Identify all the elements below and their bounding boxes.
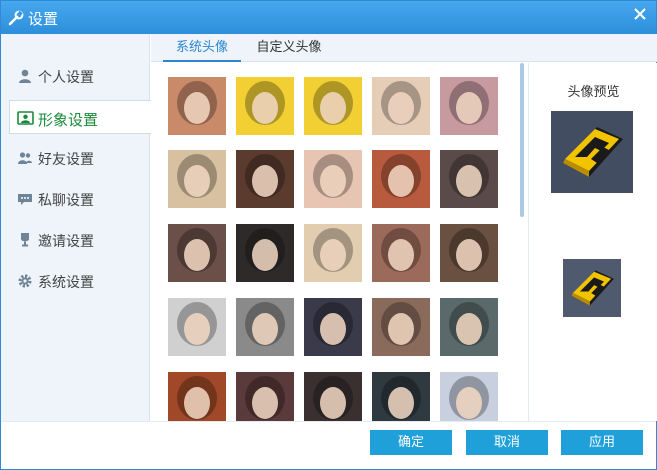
- avatar-thumbnail[interactable]: [168, 77, 226, 135]
- portrait-icon: [372, 224, 430, 282]
- avatar-preview-panel: 头像预览: [528, 63, 657, 421]
- sidebar-item-personal[interactable]: 个人设置: [1, 59, 150, 93]
- tab-custom-avatars[interactable]: 自定义头像: [249, 34, 329, 62]
- confirm-button[interactable]: 确定: [370, 430, 452, 455]
- avatar-thumbnail[interactable]: [440, 224, 498, 282]
- portrait-icon: [236, 372, 294, 421]
- portrait-icon: [168, 224, 226, 282]
- portrait-icon: [440, 150, 498, 208]
- user-icon: [17, 68, 33, 84]
- avatar-grid-scrollbar[interactable]: [520, 63, 526, 421]
- avatar-thumbnail[interactable]: [236, 372, 294, 421]
- trophy-icon: [17, 232, 33, 248]
- portrait-icon: [304, 298, 362, 356]
- close-icon: [634, 8, 646, 20]
- sidebar-item-label: 形象设置: [38, 111, 99, 129]
- close-button[interactable]: [630, 5, 650, 25]
- portrait-icon: [17, 110, 34, 126]
- sidebar-item-label: 私聊设置: [38, 193, 94, 209]
- avatar-grid: [151, 63, 517, 421]
- avatar-thumbnail[interactable]: [372, 298, 430, 356]
- portrait-icon: [372, 77, 430, 135]
- avatar-thumbnail[interactable]: [168, 298, 226, 356]
- avatar-thumbnail[interactable]: [304, 298, 362, 356]
- avatar-thumbnail[interactable]: [168, 372, 226, 421]
- portrait-icon: [236, 150, 294, 208]
- avatar-thumbnail[interactable]: [168, 224, 226, 282]
- wrench-icon: [7, 9, 25, 27]
- sidebar-item-system[interactable]: 系统设置: [1, 264, 150, 298]
- game-logo-small-icon: [563, 259, 621, 317]
- game-logo-icon: [551, 111, 633, 193]
- avatar-thumbnail[interactable]: [168, 150, 226, 208]
- portrait-icon: [440, 77, 498, 135]
- avatar-tabs: 系统头像 自定义头像: [151, 34, 657, 62]
- friends-icon: [17, 150, 33, 166]
- avatar-thumbnail[interactable]: [440, 298, 498, 356]
- portrait-icon: [304, 150, 362, 208]
- sidebar-item-invite[interactable]: 邀请设置: [1, 223, 150, 257]
- avatar-thumbnail[interactable]: [440, 372, 498, 421]
- sidebar-item-private-chat[interactable]: 私聊设置: [1, 182, 150, 216]
- portrait-icon: [440, 298, 498, 356]
- title-bar: 设置: [1, 1, 656, 34]
- sidebar-item-label: 邀请设置: [38, 234, 94, 250]
- avatar-thumbnail[interactable]: [372, 150, 430, 208]
- sidebar-item-label: 个人设置: [38, 70, 94, 86]
- portrait-icon: [372, 298, 430, 356]
- cancel-button[interactable]: 取消: [466, 430, 548, 455]
- portrait-icon: [440, 372, 498, 421]
- portrait-icon: [236, 298, 294, 356]
- portrait-icon: [440, 224, 498, 282]
- avatar-thumbnail[interactable]: [304, 372, 362, 421]
- portrait-icon: [304, 372, 362, 421]
- avatar-thumbnail[interactable]: [372, 77, 430, 135]
- scroll-thumb[interactable]: [520, 63, 524, 217]
- portrait-icon: [236, 224, 294, 282]
- avatar-thumbnail[interactable]: [236, 298, 294, 356]
- avatar-thumbnail[interactable]: [304, 150, 362, 208]
- tab-system-avatars[interactable]: 系统头像: [163, 34, 241, 62]
- portrait-icon: [168, 298, 226, 356]
- avatar-thumbnail[interactable]: [236, 150, 294, 208]
- sidebar-item-label: 好友设置: [38, 152, 94, 168]
- window-title: 设置: [28, 10, 59, 28]
- settings-sidebar: 个人设置 形象设置 好友设置 私聊设置 邀请设置 系统设置: [1, 34, 151, 421]
- portrait-icon: [304, 224, 362, 282]
- avatar-thumbnail[interactable]: [372, 372, 430, 421]
- avatar-thumbnail[interactable]: [304, 77, 362, 135]
- avatar-thumbnail[interactable]: [236, 224, 294, 282]
- sidebar-item-friends[interactable]: 好友设置: [1, 141, 150, 175]
- sidebar-item-appearance[interactable]: 形象设置: [9, 100, 151, 134]
- portrait-icon: [168, 372, 226, 421]
- portrait-icon: [304, 77, 362, 135]
- portrait-icon: [168, 150, 226, 208]
- settings-window: 设置 个人设置 形象设置 好友设置 私聊设置 邀请设置 系统设置 系统头像 自定…: [0, 0, 657, 470]
- preview-title: 头像预览: [567, 85, 620, 100]
- avatar-thumbnail[interactable]: [304, 224, 362, 282]
- gear-icon: [17, 273, 33, 289]
- avatar-thumbnail[interactable]: [372, 224, 430, 282]
- avatar-thumbnail[interactable]: [236, 77, 294, 135]
- portrait-icon: [372, 150, 430, 208]
- portrait-icon: [236, 77, 294, 135]
- dialog-footer: 确定 取消 应用: [1, 421, 656, 469]
- avatar-thumbnail[interactable]: [440, 77, 498, 135]
- portrait-icon: [168, 77, 226, 135]
- sidebar-item-label: 系统设置: [38, 275, 94, 291]
- portrait-icon: [372, 372, 430, 421]
- apply-button[interactable]: 应用: [561, 430, 643, 455]
- avatar-thumbnail[interactable]: [440, 150, 498, 208]
- chat-bubble-icon: [17, 191, 33, 207]
